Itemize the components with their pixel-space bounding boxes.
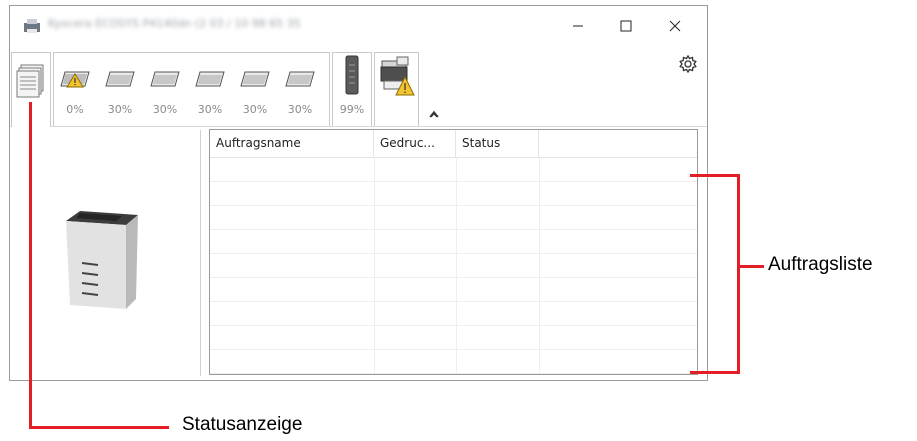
chevron-up-icon[interactable] (429, 110, 439, 118)
column-header-status[interactable]: Status (456, 130, 539, 157)
tray-level-label: 30% (242, 103, 268, 116)
column-header-job-name[interactable]: Auftragsname (210, 130, 374, 157)
tray-level-label: 30% (287, 103, 313, 116)
table-row[interactable] (210, 325, 697, 350)
table-row[interactable] (210, 301, 697, 326)
paper-tray-icon[interactable] (284, 68, 316, 88)
status-indicator-line-horizontal (29, 426, 169, 429)
table-row[interactable] (210, 253, 697, 278)
printer-warning-icon[interactable] (379, 55, 415, 97)
table-row[interactable] (210, 229, 697, 254)
table-row[interactable] (210, 349, 697, 374)
table-row[interactable] (210, 277, 697, 302)
maximize-button[interactable] (606, 12, 646, 40)
printer-status-window: Kyocera ECOSYS P4140dn (2 03 / 10 98 65 … (9, 5, 708, 381)
paper-tray-icon[interactable] (104, 68, 136, 88)
tray-level-label: 30% (107, 103, 133, 116)
printer-illustration (66, 211, 138, 309)
table-header: Auftragsname Gedruc... Status (210, 130, 697, 158)
column-header-empty[interactable] (539, 130, 697, 157)
paper-tray-icon[interactable] (59, 68, 91, 88)
document-stack-icon (16, 64, 44, 98)
column-header-printed[interactable]: Gedruc... (374, 130, 456, 157)
table-row[interactable] (210, 157, 697, 182)
gear-icon[interactable] (678, 54, 698, 74)
paper-tray-icon[interactable] (149, 68, 181, 88)
maximize-icon (620, 20, 632, 32)
job-list-bracket-vertical (737, 174, 740, 374)
tray-level-label: 30% (152, 103, 178, 116)
title-bar[interactable]: Kyocera ECOSYS P4140dn (2 03 / 10 98 65 … (10, 6, 707, 44)
minimize-icon (573, 25, 583, 27)
table-row[interactable] (210, 181, 697, 206)
job-list-bracket-bottom (690, 371, 740, 374)
table-row[interactable] (210, 205, 697, 230)
tray-level-label: 0% (66, 103, 84, 116)
tray-level-label: 30% (197, 103, 223, 116)
job-list-pointer (740, 265, 764, 268)
paper-tray-icon[interactable] (194, 68, 226, 88)
job-list-bracket-top (690, 174, 740, 177)
job-list-table[interactable]: Auftragsname Gedruc... Status (209, 129, 698, 375)
toner-level-label: 99% (339, 103, 365, 116)
paper-tray-icon[interactable] (239, 68, 271, 88)
status-toolbar: 0% 30% 30% 30% 30% 30% 99% (10, 44, 707, 127)
status-indicator-annotation: Statusanzeige (182, 414, 303, 435)
close-icon (669, 20, 681, 32)
close-button[interactable] (655, 12, 695, 40)
pane-divider[interactable] (200, 130, 201, 376)
minimize-button[interactable] (558, 12, 598, 40)
printer-app-icon (24, 19, 40, 33)
job-list-annotation: Auftragsliste (768, 254, 873, 275)
printer-preview-pane (10, 127, 200, 379)
toner-cartridge-icon[interactable] (344, 55, 360, 95)
status-indicator-line-vertical (29, 102, 32, 429)
window-title: Kyocera ECOSYS P4140dn (2 03 / 10 98 65 … (48, 17, 301, 30)
